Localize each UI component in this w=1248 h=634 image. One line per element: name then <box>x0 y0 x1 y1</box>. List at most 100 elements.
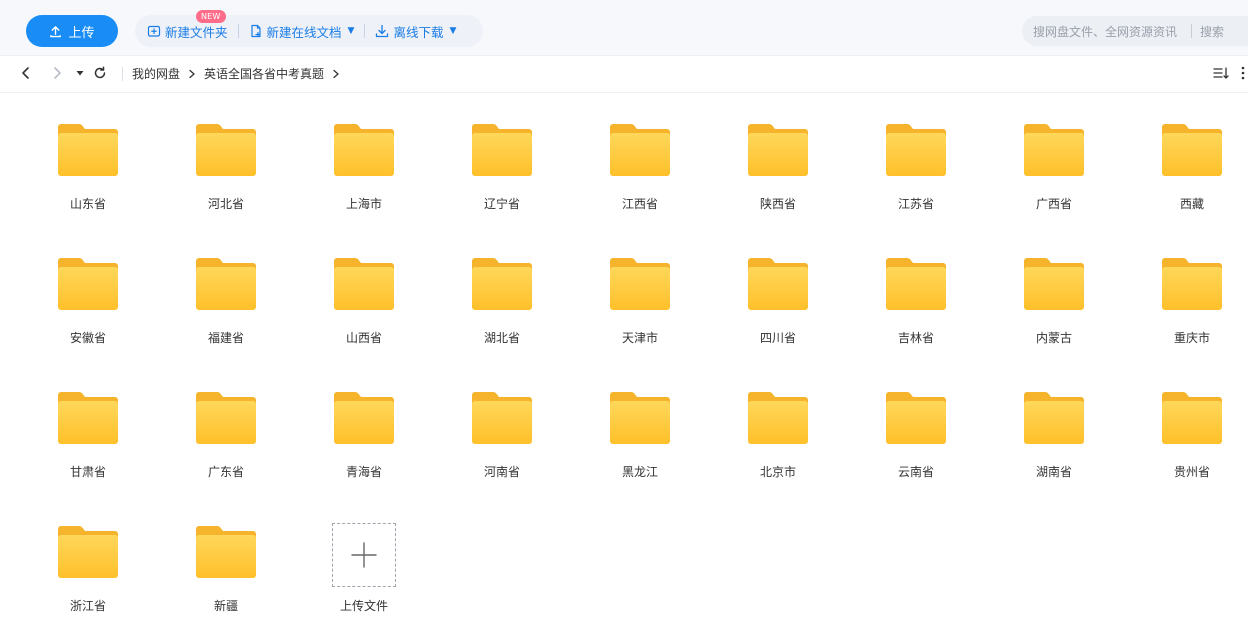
folder-name: 河南省 <box>483 465 520 479</box>
folder-name: 广东省 <box>207 465 244 479</box>
folder-name: 贵州省 <box>1173 465 1210 479</box>
folder-item[interactable]: 重庆市 <box>1123 227 1248 361</box>
folder-name: 上海市 <box>345 197 382 211</box>
search-button[interactable]: 搜索 <box>1200 23 1224 40</box>
folder-item[interactable]: 新疆 <box>157 495 295 629</box>
folder-icon <box>610 122 670 176</box>
upload-button-label: 上传 <box>68 25 95 41</box>
folder-icon <box>1024 390 1084 444</box>
folder-icon <box>58 256 118 310</box>
folder-item[interactable]: 湖北省 <box>433 227 571 361</box>
upload-button[interactable]: 上传 <box>26 15 118 47</box>
folder-item[interactable]: 陕西省 <box>709 93 847 227</box>
new-online-doc-label: 新建在线文档 <box>266 24 342 40</box>
folder-icon <box>1024 122 1084 176</box>
folder-name: 安徽省 <box>69 331 106 345</box>
folder-name: 云南省 <box>897 465 934 479</box>
refresh-icon <box>94 66 106 79</box>
back-button[interactable] <box>18 65 34 81</box>
folder-icon <box>748 256 808 310</box>
folder-icon <box>334 122 394 176</box>
chevron-down-icon: ▼ <box>347 26 355 36</box>
folder-icon <box>58 390 118 444</box>
folder-item[interactable]: 河南省 <box>433 361 571 495</box>
folder-item[interactable]: 江苏省 <box>847 93 985 227</box>
folder-item[interactable]: 甘肃省 <box>19 361 157 495</box>
folder-item[interactable]: 青海省 <box>295 361 433 495</box>
folder-name: 天津市 <box>621 331 658 345</box>
folder-name: 黑龙江 <box>621 465 658 479</box>
folder-icon <box>58 524 118 578</box>
folder-item[interactable]: 黑龙江 <box>571 361 709 495</box>
breadcrumb-item-current[interactable]: 英语全国各省中考真题 <box>204 65 324 82</box>
document-plus-icon <box>250 24 261 38</box>
folder-name: 内蒙古 <box>1035 331 1072 345</box>
folder-item[interactable]: 云南省 <box>847 361 985 495</box>
folder-name: 山西省 <box>345 331 382 345</box>
folder-name: 河北省 <box>207 197 244 211</box>
breadcrumb-separator-icon <box>188 69 196 79</box>
folder-name: 青海省 <box>345 465 382 479</box>
search-box[interactable]: 搜网盘文件、全网资源资讯 搜索 <box>1022 16 1248 46</box>
folder-name: 四川省 <box>759 331 796 345</box>
upload-placeholder[interactable] <box>332 523 396 587</box>
search-input[interactable]: 搜网盘文件、全网资源资讯 <box>1033 23 1177 40</box>
folder-name: 吉林省 <box>897 331 934 345</box>
chevron-down-icon: ▼ <box>449 26 457 36</box>
folder-item[interactable]: 广东省 <box>157 361 295 495</box>
folder-item[interactable]: 山东省 <box>19 93 157 227</box>
history-dropdown-button[interactable] <box>72 65 88 81</box>
folder-icon <box>58 122 118 176</box>
folder-icon <box>196 390 256 444</box>
folder-name: 广西省 <box>1035 197 1072 211</box>
folder-name: 山东省 <box>69 197 106 211</box>
folder-name: 福建省 <box>207 331 244 345</box>
refresh-button[interactable] <box>92 65 108 81</box>
new-folder-button[interactable]: 新建文件夹 <box>147 22 228 41</box>
new-folder-label: 新建文件夹 <box>165 24 228 40</box>
folder-item[interactable]: 安徽省 <box>19 227 157 361</box>
folder-item[interactable]: 湖南省 <box>985 361 1123 495</box>
folder-name: 湖北省 <box>483 331 520 345</box>
folder-item[interactable]: 福建省 <box>157 227 295 361</box>
folder-icon <box>610 256 670 310</box>
folder-name: 新疆 <box>213 599 238 613</box>
sort-icon[interactable] <box>1212 65 1230 81</box>
folder-icon <box>472 122 532 176</box>
breadcrumb-item-root[interactable]: 我的网盘 <box>132 65 180 82</box>
folder-item[interactable]: 天津市 <box>571 227 709 361</box>
folder-icon <box>886 390 946 444</box>
navigation-bar: 我的网盘 英语全国各省中考真题 <box>0 56 1248 93</box>
folder-icon <box>472 256 532 310</box>
folder-item[interactable]: 江西省 <box>571 93 709 227</box>
folder-item[interactable]: 浙江省 <box>19 495 157 629</box>
folder-item[interactable]: 西藏 <box>1123 93 1248 227</box>
upload-icon <box>50 25 62 37</box>
more-icon[interactable] <box>1240 65 1246 81</box>
upload-file-tile[interactable]: 上传文件 <box>295 495 433 629</box>
folder-item[interactable]: 四川省 <box>709 227 847 361</box>
forward-button[interactable] <box>49 65 65 81</box>
folder-item[interactable]: 广西省 <box>985 93 1123 227</box>
folder-icon <box>1162 122 1222 176</box>
folder-name: 浙江省 <box>69 599 106 613</box>
folder-name: 重庆市 <box>1173 331 1210 345</box>
folder-icon <box>196 524 256 578</box>
folder-item[interactable]: 辽宁省 <box>433 93 571 227</box>
offline-download-button[interactable]: 离线下载 ▼ <box>375 22 456 41</box>
folder-icon <box>196 122 256 176</box>
chevron-right-icon <box>54 67 61 79</box>
folder-name: 北京市 <box>759 465 796 479</box>
folder-item[interactable]: 上海市 <box>295 93 433 227</box>
folder-item[interactable]: 山西省 <box>295 227 433 361</box>
folder-item[interactable]: 吉林省 <box>847 227 985 361</box>
folder-icon <box>334 390 394 444</box>
nav-divider <box>122 67 123 81</box>
new-online-doc-button[interactable]: 新建在线文档 ▼ <box>249 22 355 41</box>
folder-item[interactable]: 北京市 <box>709 361 847 495</box>
folder-item[interactable]: 河北省 <box>157 93 295 227</box>
download-icon <box>376 24 389 38</box>
folder-item[interactable]: 贵州省 <box>1123 361 1248 495</box>
folder-item[interactable]: 内蒙古 <box>985 227 1123 361</box>
folder-icon <box>886 256 946 310</box>
